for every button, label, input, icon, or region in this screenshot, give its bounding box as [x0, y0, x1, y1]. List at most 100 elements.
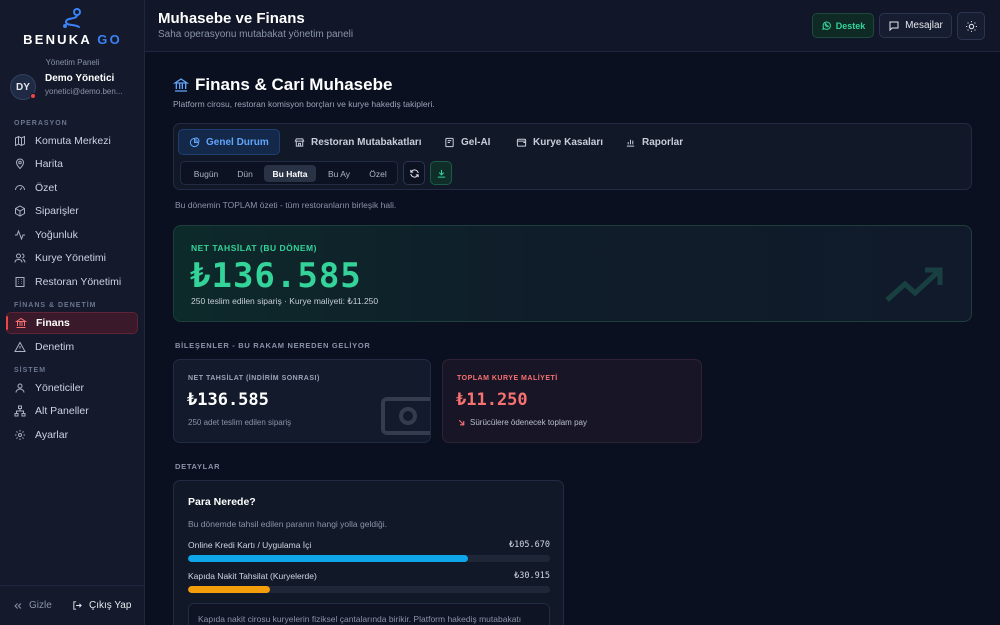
cash-info-box: Kapıda nakit cirosu kuryelerin fiziksel … [188, 603, 550, 625]
period-selector: Bugün Dün Bu Hafta Bu Ay Özel [180, 161, 398, 185]
row-label: Kapıda Nakit Tahsilat (Kuryelerde) [188, 571, 317, 581]
tab-gel-ai[interactable]: Gel-AI [434, 129, 500, 155]
route-logo-icon [62, 8, 81, 28]
component-value: ₺11.250 [456, 390, 528, 410]
brand-name: BENUKA [23, 32, 92, 47]
sidebar-item-yoneticiler[interactable]: Yöneticiler [6, 377, 138, 399]
collapse-label: Gizle [29, 600, 52, 611]
sidebar-section-operasyon: OPERASYON [14, 120, 68, 127]
collapse-sidebar-button[interactable]: Gizle [13, 600, 52, 611]
sidebar-footer: Gizle Çıkış Yap [0, 585, 145, 625]
brand-logo[interactable]: BENUKA GO [0, 8, 145, 47]
brand-name-go: GO [97, 32, 122, 47]
sidebar-item-restoran-yonetimi[interactable]: Restoran Yönetimi [6, 271, 138, 293]
sidebar-item-label: Kurye Yönetimi [35, 252, 107, 264]
logout-icon [73, 601, 82, 610]
refresh-button[interactable] [403, 161, 425, 185]
sidebar-item-komuta-merkezi[interactable]: Komuta Merkezi [6, 130, 138, 152]
logout-label: Çıkış Yap [89, 600, 132, 611]
top-header: Muhasebe ve Finans Saha operasyonu mutab… [145, 0, 1000, 52]
status-dot [30, 93, 36, 99]
store-icon [294, 137, 305, 147]
period-bugun[interactable]: Bugün [186, 165, 226, 182]
messages-label: Mesajlar [905, 20, 943, 31]
sidebar-item-label: Yoğunluk [35, 229, 78, 241]
component-meta: 250 adet teslim edilen sipariş [188, 418, 292, 427]
page-subtitle: Platform cirosu, restoran komisyon borçl… [173, 99, 435, 109]
user-name: Demo Yönetici [45, 73, 115, 84]
sidebar-item-label: Yöneticiler [35, 382, 85, 394]
download-icon [437, 169, 445, 178]
tab-label: Restoran Mutabakatları [311, 136, 422, 148]
hero-label: NET TAHSİLAT (BU DÖNEM) [191, 243, 317, 253]
component-label: TOPLAM KURYE MALİYETİ [457, 375, 558, 382]
sidebar-section-sistem: SİSTEM [14, 367, 47, 374]
theme-toggle-button[interactable] [957, 12, 985, 40]
tab-genel-durum[interactable]: Genel Durum [178, 129, 280, 155]
tabs-card: Genel Durum Restoran Mutabakatları Gel-A… [173, 123, 972, 190]
panel-label: Yönetim Paneli [45, 58, 100, 67]
sidebar-item-ayarlar[interactable]: Ayarlar [6, 424, 138, 446]
wallet-box-icon [516, 138, 527, 147]
sidebar-item-label: Denetim [35, 341, 75, 353]
user-icon [15, 383, 25, 393]
period-note: Bu dönemin TOPLAM özeti - tüm restoranla… [175, 200, 397, 210]
sidebar-item-denetim[interactable]: Denetim [6, 336, 138, 358]
main-content: Finans & Cari Muhasebe Platform cirosu, … [145, 53, 1000, 625]
logout-button[interactable]: Çıkış Yap [72, 600, 131, 611]
period-ozel[interactable]: Özel [362, 165, 394, 182]
sidebar-item-label: Komuta Merkezi [35, 135, 111, 147]
sidebar-item-harita[interactable]: Harita [6, 153, 138, 175]
sidebar-item-kurye-yonetimi[interactable]: Kurye Yönetimi [6, 247, 138, 269]
tab-label: Genel Durum [206, 136, 269, 148]
sidebar-item-ozet[interactable]: Özet [6, 177, 138, 199]
period-dun[interactable]: Dün [229, 165, 261, 182]
components-heading: BİLEŞENLER - BU RAKAM NEREDEN GELİYOR [175, 341, 371, 350]
user-profile[interactable]: DY Demo Yönetici yonetici@demo.ben... [10, 73, 140, 101]
progress-track [188, 555, 550, 562]
sidebar-item-siparisler[interactable]: Siparişler [6, 200, 138, 222]
component-value: ₺136.585 [187, 390, 269, 410]
progress-track [188, 586, 550, 593]
detail-subtitle: Bu dönemde tahsil edilen paranın hangi y… [188, 519, 387, 529]
tab-label: Raporlar [642, 136, 684, 148]
component-meta-text: Sürücülere ödenecek toplam pay [470, 418, 587, 427]
whatsapp-icon [821, 21, 831, 30]
sidebar-item-yogunluk[interactable]: Yoğunluk [6, 224, 138, 246]
sidebar-item-finans[interactable]: Finans [6, 312, 138, 334]
download-button[interactable] [430, 161, 452, 185]
sidebar-item-label: Restoran Yönetimi [35, 276, 122, 288]
component-label: NET TAHSİLAT (İNDİRİM SONRASI) [188, 375, 320, 382]
wallet-icon [445, 137, 454, 147]
page-title-text: Finans & Cari Muhasebe [195, 75, 393, 94]
map-icon [15, 135, 25, 147]
net-collection-card: NET TAHSİLAT (BU DÖNEM) ₺136.585 250 tes… [173, 225, 972, 322]
progress-fill [188, 555, 469, 562]
row-label: Online Kredi Kartı / Uygulama İçi [188, 540, 312, 550]
message-icon [889, 21, 899, 31]
tab-raporlar[interactable]: Raporlar [615, 129, 693, 155]
chevrons-left-icon [14, 602, 22, 609]
box-icon [15, 205, 25, 217]
header-title: Muhasebe ve Finans [158, 10, 305, 27]
courier-cost-component-card: TOPLAM KURYE MALİYETİ ₺11.250 Sürücülere… [442, 359, 702, 443]
bar-chart-icon [626, 139, 635, 147]
messages-button[interactable]: Mesajlar [879, 13, 952, 38]
user-email: yonetici@demo.ben... [45, 87, 123, 96]
arrow-down-right-icon [458, 419, 465, 426]
sidebar-item-label: Finans [36, 317, 70, 329]
header-subtitle: Saha operasyonu mutabakat yönetim paneli [158, 29, 354, 40]
tab-restoran-mutabakatlari[interactable]: Restoran Mutabakatları [284, 129, 432, 155]
bank-icon [15, 317, 27, 328]
sidebar-item-alt-paneller[interactable]: Alt Paneller [6, 400, 138, 422]
hero-meta: 250 teslim edilen sipariş · Kurye maliye… [191, 296, 379, 306]
users-icon [14, 253, 26, 263]
period-bu-hafta[interactable]: Bu Hafta [264, 165, 316, 182]
tab-label: Kurye Kasaları [533, 136, 604, 148]
activity-icon [15, 229, 25, 241]
tab-kurye-kasalari[interactable]: Kurye Kasaları [506, 129, 613, 155]
sidebar-item-label: Siparişler [35, 205, 79, 217]
period-bu-ay[interactable]: Bu Ay [319, 165, 359, 182]
sun-icon [965, 20, 977, 32]
support-button[interactable]: Destek [812, 13, 874, 38]
